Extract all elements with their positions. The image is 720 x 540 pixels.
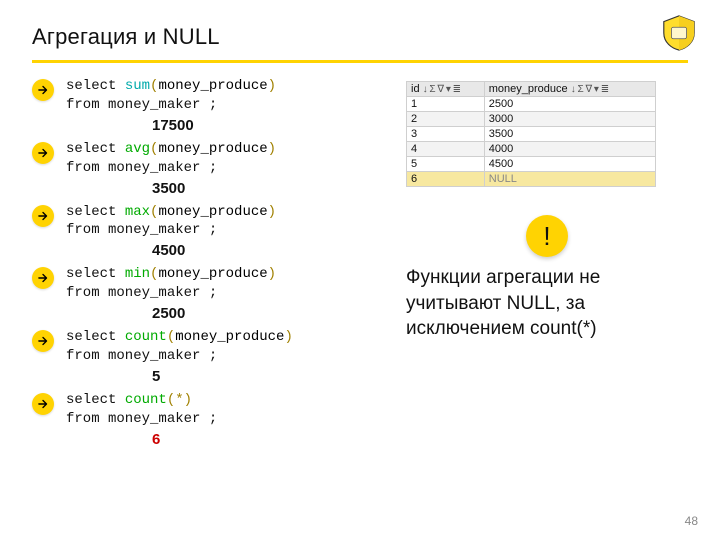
query-item: select sum(money_produce) from money_mak… xyxy=(32,77,382,115)
query-result: 17500 xyxy=(152,117,382,134)
table-row: 6NULL xyxy=(407,172,656,187)
cell-id: 5 xyxy=(407,157,485,172)
query-item: select min(money_produce) from money_mak… xyxy=(32,265,382,303)
table-row: 44000 xyxy=(407,142,656,157)
arrow-icon xyxy=(32,79,54,101)
arrow-icon xyxy=(32,205,54,227)
arrow-icon xyxy=(32,142,54,164)
sql-code: select avg(money_produce) from money_mak… xyxy=(66,140,276,178)
page-number: 48 xyxy=(685,514,698,528)
query-item: select avg(money_produce) from money_mak… xyxy=(32,140,382,178)
table-header: money_produce ↓ Σ ∇ ▾ ≣ xyxy=(484,82,655,97)
data-table: id ↓ Σ ∇ ▾ ≣money_produce ↓ Σ ∇ ▾ ≣ 1250… xyxy=(406,81,656,187)
title-underline xyxy=(32,60,688,63)
query-result: 2500 xyxy=(152,305,382,322)
arrow-icon xyxy=(32,267,54,289)
query-result: 6 xyxy=(152,431,382,448)
cell-id: 4 xyxy=(407,142,485,157)
cell-value: 3000 xyxy=(484,112,655,127)
table-row: 33500 xyxy=(407,127,656,142)
cell-id: 1 xyxy=(407,97,485,112)
cell-id: 6 xyxy=(407,172,485,187)
table-row: 23000 xyxy=(407,112,656,127)
sql-code: select count(*) from money_maker ; xyxy=(66,391,217,429)
query-result: 3500 xyxy=(152,180,382,197)
query-item: select max(money_produce) from money_mak… xyxy=(32,203,382,241)
exclamation-icon: ! xyxy=(526,215,568,257)
query-result: 4500 xyxy=(152,242,382,259)
callout-text: Функции агрегации не учитывают NULL, за … xyxy=(406,265,688,342)
cell-value: NULL xyxy=(484,172,655,187)
sql-code: select count(money_produce) from money_m… xyxy=(66,328,293,366)
cell-value: 4000 xyxy=(484,142,655,157)
queries-column: select sum(money_produce) from money_mak… xyxy=(32,77,382,454)
table-row: 54500 xyxy=(407,157,656,172)
cell-value: 2500 xyxy=(484,97,655,112)
query-item: select count(money_produce) from money_m… xyxy=(32,328,382,366)
arrow-icon xyxy=(32,393,54,415)
brand-logo-icon xyxy=(660,14,698,52)
query-item: select count(*) from money_maker ; xyxy=(32,391,382,429)
query-result: 5 xyxy=(152,368,382,385)
cell-value: 4500 xyxy=(484,157,655,172)
sql-code: select min(money_produce) from money_mak… xyxy=(66,265,276,303)
callout: ! Функции агрегации не учитывают NULL, з… xyxy=(406,215,688,342)
cell-id: 3 xyxy=(407,127,485,142)
table-row: 12500 xyxy=(407,97,656,112)
cell-value: 3500 xyxy=(484,127,655,142)
cell-id: 2 xyxy=(407,112,485,127)
sql-code: select max(money_produce) from money_mak… xyxy=(66,203,276,241)
page-title: Агрегация и NULL xyxy=(32,24,688,50)
arrow-icon xyxy=(32,330,54,352)
table-header: id ↓ Σ ∇ ▾ ≣ xyxy=(407,82,485,97)
sql-code: select sum(money_produce) from money_mak… xyxy=(66,77,276,115)
